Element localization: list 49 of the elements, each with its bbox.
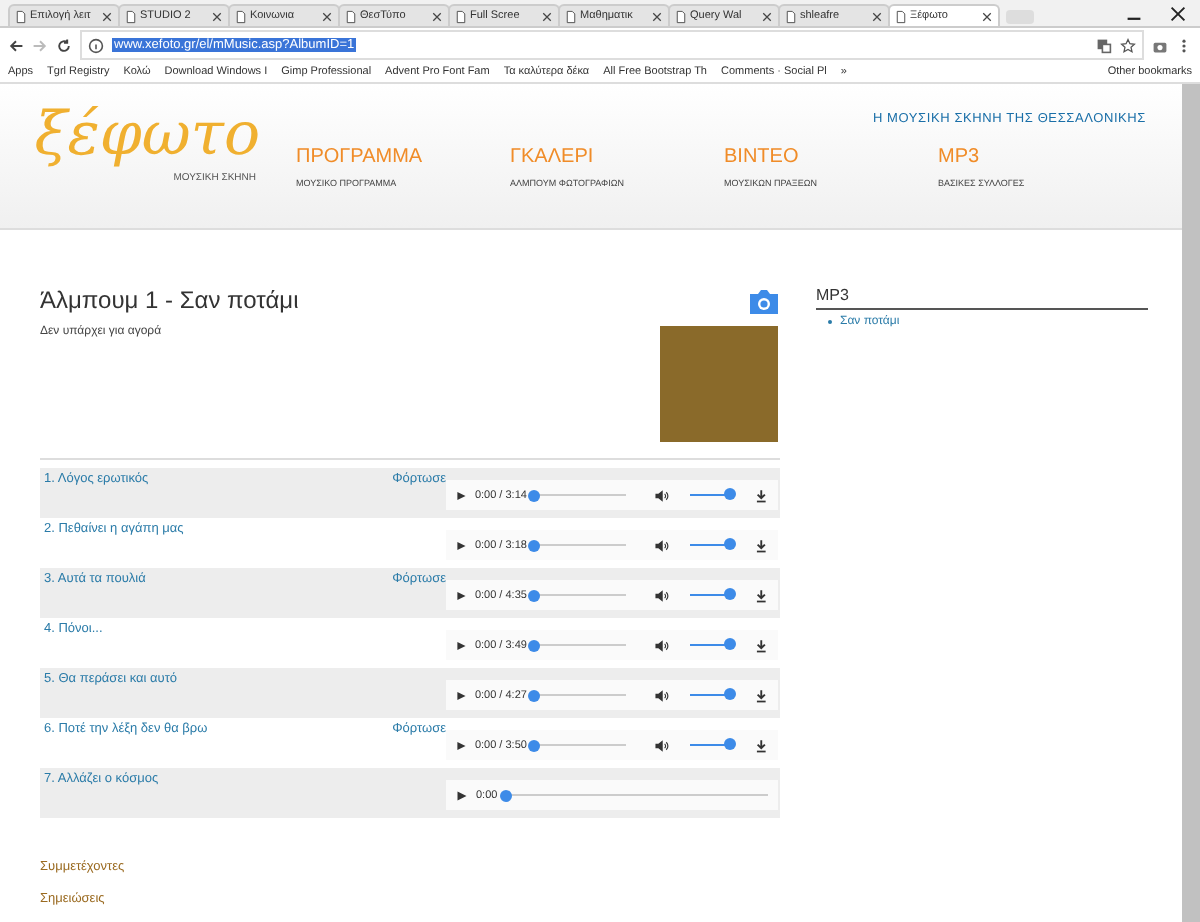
- scrollbar[interactable]: [1182, 84, 1200, 922]
- download-icon[interactable]: [753, 587, 768, 603]
- page-icon: [456, 9, 466, 23]
- speaker-icon[interactable]: [654, 687, 670, 703]
- download-icon[interactable]: [753, 637, 768, 653]
- sidebar-heading: MP3: [816, 286, 1148, 310]
- play-icon[interactable]: [456, 639, 467, 651]
- close-icon[interactable]: [102, 11, 112, 21]
- camera-icon[interactable]: [1152, 37, 1168, 53]
- star-icon[interactable]: [1120, 37, 1136, 53]
- camera-icon[interactable]: [748, 287, 780, 313]
- info-icon: [88, 37, 104, 53]
- photo-placeholder: [660, 326, 778, 442]
- page-icon: [896, 9, 906, 23]
- page-icon: [676, 9, 686, 23]
- play-icon[interactable]: [456, 689, 467, 701]
- back-icon[interactable]: [8, 37, 24, 53]
- download-icon[interactable]: [753, 487, 768, 503]
- speaker-icon[interactable]: [654, 487, 670, 503]
- play-icon[interactable]: [456, 739, 467, 751]
- download-icon[interactable]: [753, 537, 768, 553]
- close-icon[interactable]: [212, 11, 222, 21]
- play-icon[interactable]: [456, 539, 467, 551]
- close-icon[interactable]: [432, 11, 442, 21]
- speaker-icon[interactable]: [654, 537, 670, 553]
- close-icon[interactable]: [652, 11, 662, 21]
- page-icon: [346, 9, 356, 23]
- close-icon[interactable]: [982, 11, 992, 21]
- close-icon[interactable]: [762, 11, 772, 21]
- page-icon: [236, 9, 246, 23]
- close-icon[interactable]: [872, 11, 882, 21]
- speaker-icon[interactable]: [654, 587, 670, 603]
- page-icon: [126, 9, 136, 23]
- play-icon[interactable]: [456, 789, 468, 801]
- speaker-icon[interactable]: [654, 637, 670, 653]
- close-icon[interactable]: [322, 11, 332, 21]
- download-icon[interactable]: [753, 687, 768, 703]
- speaker-icon[interactable]: [654, 737, 670, 753]
- reload-icon[interactable]: [56, 37, 72, 53]
- page-icon: [566, 9, 576, 23]
- download-icon[interactable]: [753, 737, 768, 753]
- page-icon: [16, 9, 26, 23]
- close-icon[interactable]: [542, 11, 552, 21]
- album-title: Άλμπουμ 1 - Σαν ποτάμι: [40, 286, 299, 314]
- close-icon[interactable]: [1170, 6, 1186, 22]
- translate-icon[interactable]: [1096, 37, 1112, 53]
- page-icon: [786, 9, 796, 23]
- play-icon[interactable]: [456, 589, 467, 601]
- play-icon[interactable]: [456, 489, 467, 501]
